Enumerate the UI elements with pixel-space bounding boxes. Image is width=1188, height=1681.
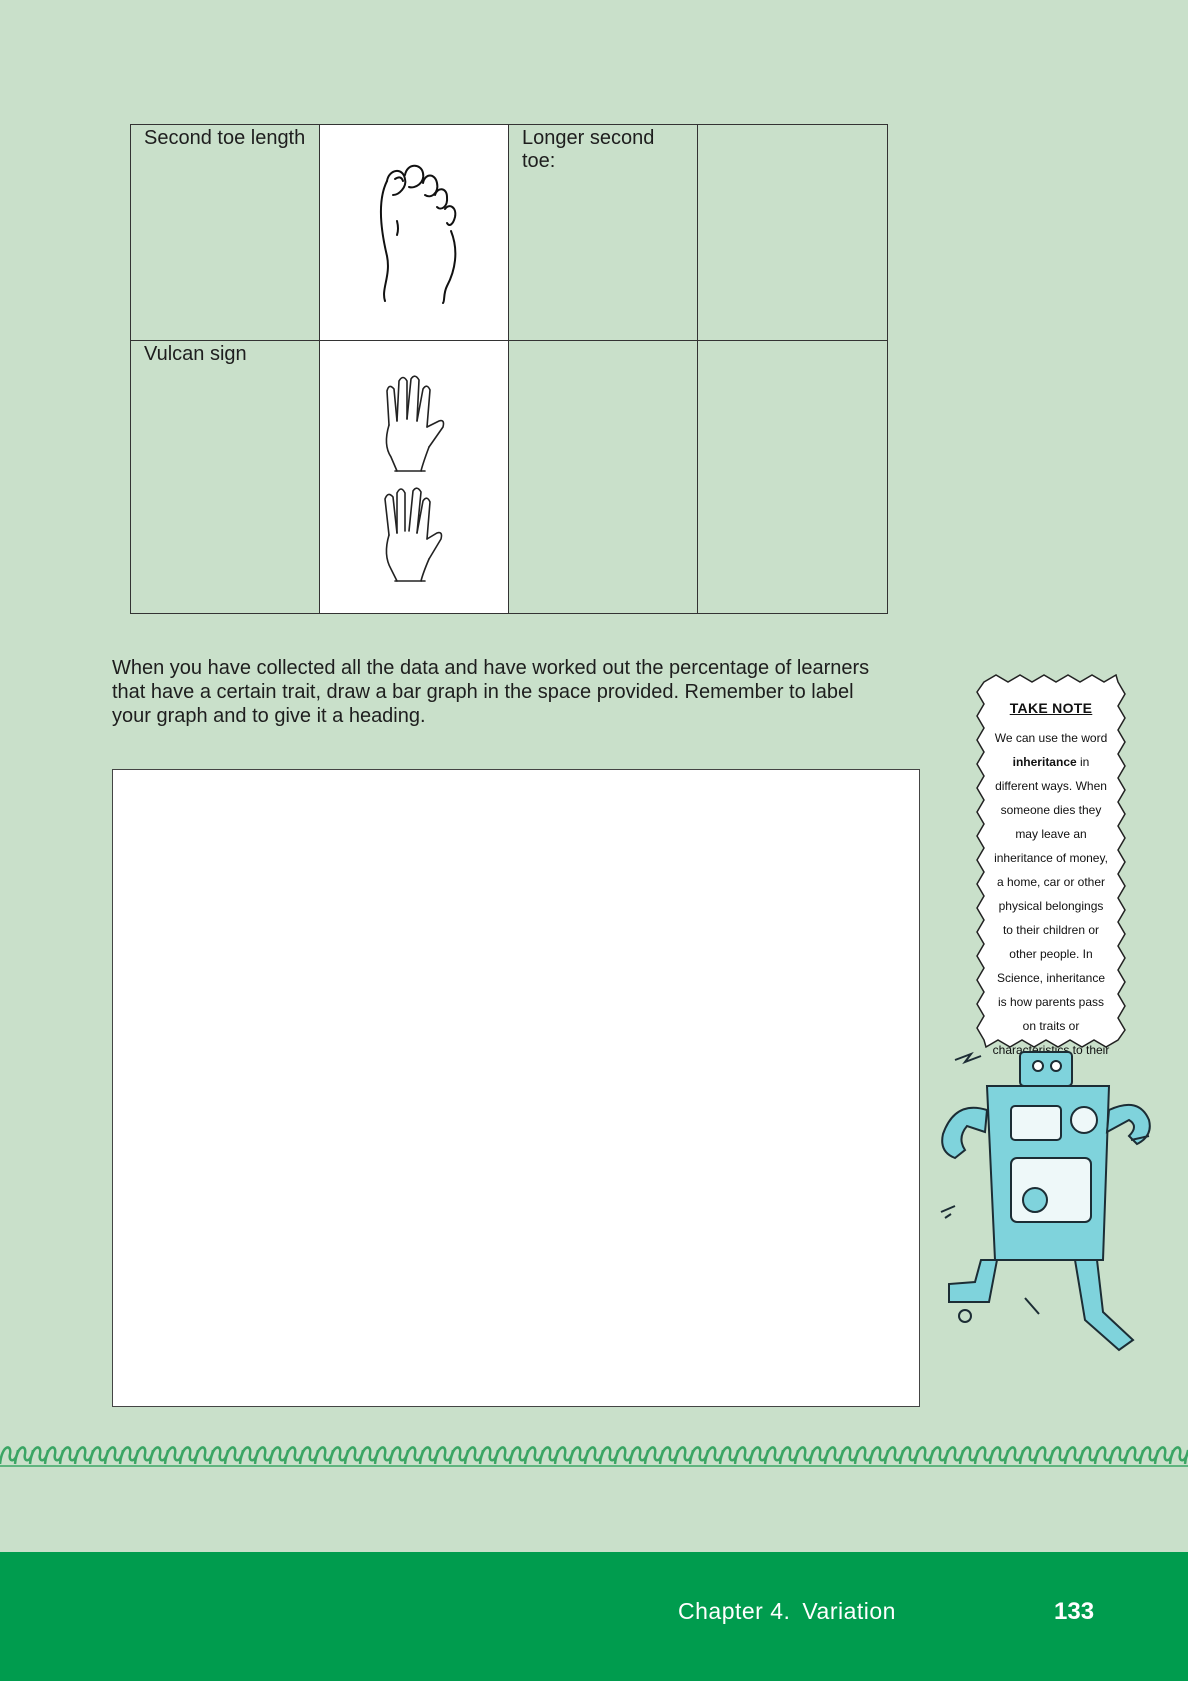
chapter-number: Chapter 4. [678, 1598, 791, 1624]
take-note-keyword: inheritance [1012, 755, 1077, 769]
page-number: 133 [1054, 1598, 1095, 1625]
image-cell [319, 340, 509, 614]
decorative-border-strip [0, 1446, 1188, 1467]
answer-cell[interactable] [697, 340, 888, 614]
bar-graph-drawing-area[interactable] [112, 769, 920, 1407]
chapter-title: Variation [802, 1598, 896, 1624]
take-note-body: We can use the word inheritance in diffe… [992, 726, 1110, 1086]
trait-name-cell: Second toe length [130, 124, 320, 341]
table-row: Vulcan sign [130, 340, 888, 614]
page-footer: Chapter 4. Variation 133 [0, 1552, 1188, 1681]
take-note-body-post: in different ways. When someone dies the… [992, 755, 1110, 1081]
foot-illustration-icon [379, 164, 457, 304]
answer-cell[interactable] [697, 124, 888, 341]
table-row: Second toe length Longer second toe: [130, 124, 888, 341]
instructions-text: When you have collected all the data and… [112, 657, 870, 727]
take-note-title: TAKE NOTE [1009, 700, 1093, 716]
observation-cell: Longer second toe: [508, 124, 698, 341]
traits-table: Second toe length Longer second toe: Vul… [130, 124, 888, 614]
vulcan-hand-illustration-icon [384, 375, 445, 582]
observation-cell[interactable] [508, 340, 698, 614]
chapter-heading: Chapter 4. Variation [678, 1598, 896, 1625]
take-note-box: TAKE NOTE We can use the word inheritanc… [976, 674, 1126, 1081]
trait-name: Vulcan sign [144, 343, 247, 365]
trait-name: Second toe length [144, 127, 306, 149]
robot-mascot-icon [940, 1051, 1151, 1352]
image-cell [319, 124, 509, 341]
trait-name-cell: Vulcan sign [130, 340, 320, 614]
observation-text: Longer second toe: [522, 127, 655, 172]
take-note-body-pre: We can use the word [994, 731, 1108, 745]
